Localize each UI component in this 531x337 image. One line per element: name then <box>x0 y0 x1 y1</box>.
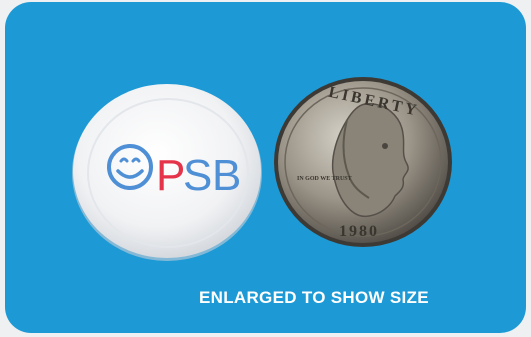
coin-year: 1980 <box>339 223 379 240</box>
opsb-badge: P S B <box>70 80 264 262</box>
coin-motto: IN GOD WE TRUST <box>297 176 352 182</box>
product-photo: P S B LIBERTY IN GOD WE TRUST 1980 ENLAR… <box>5 2 526 333</box>
logo-letter-s: S <box>183 151 212 200</box>
quarter-coin: LIBERTY IN GOD WE TRUST 1980 <box>273 76 453 248</box>
size-caption: ENLARGED TO SHOW SIZE <box>199 288 429 307</box>
logo-letter-b: B <box>212 151 241 200</box>
opsb-badge-graphic: P S B <box>72 84 262 261</box>
quarter-coin-graphic: LIBERTY IN GOD WE TRUST 1980 <box>274 77 452 247</box>
logo-letter-p: P <box>156 151 185 200</box>
